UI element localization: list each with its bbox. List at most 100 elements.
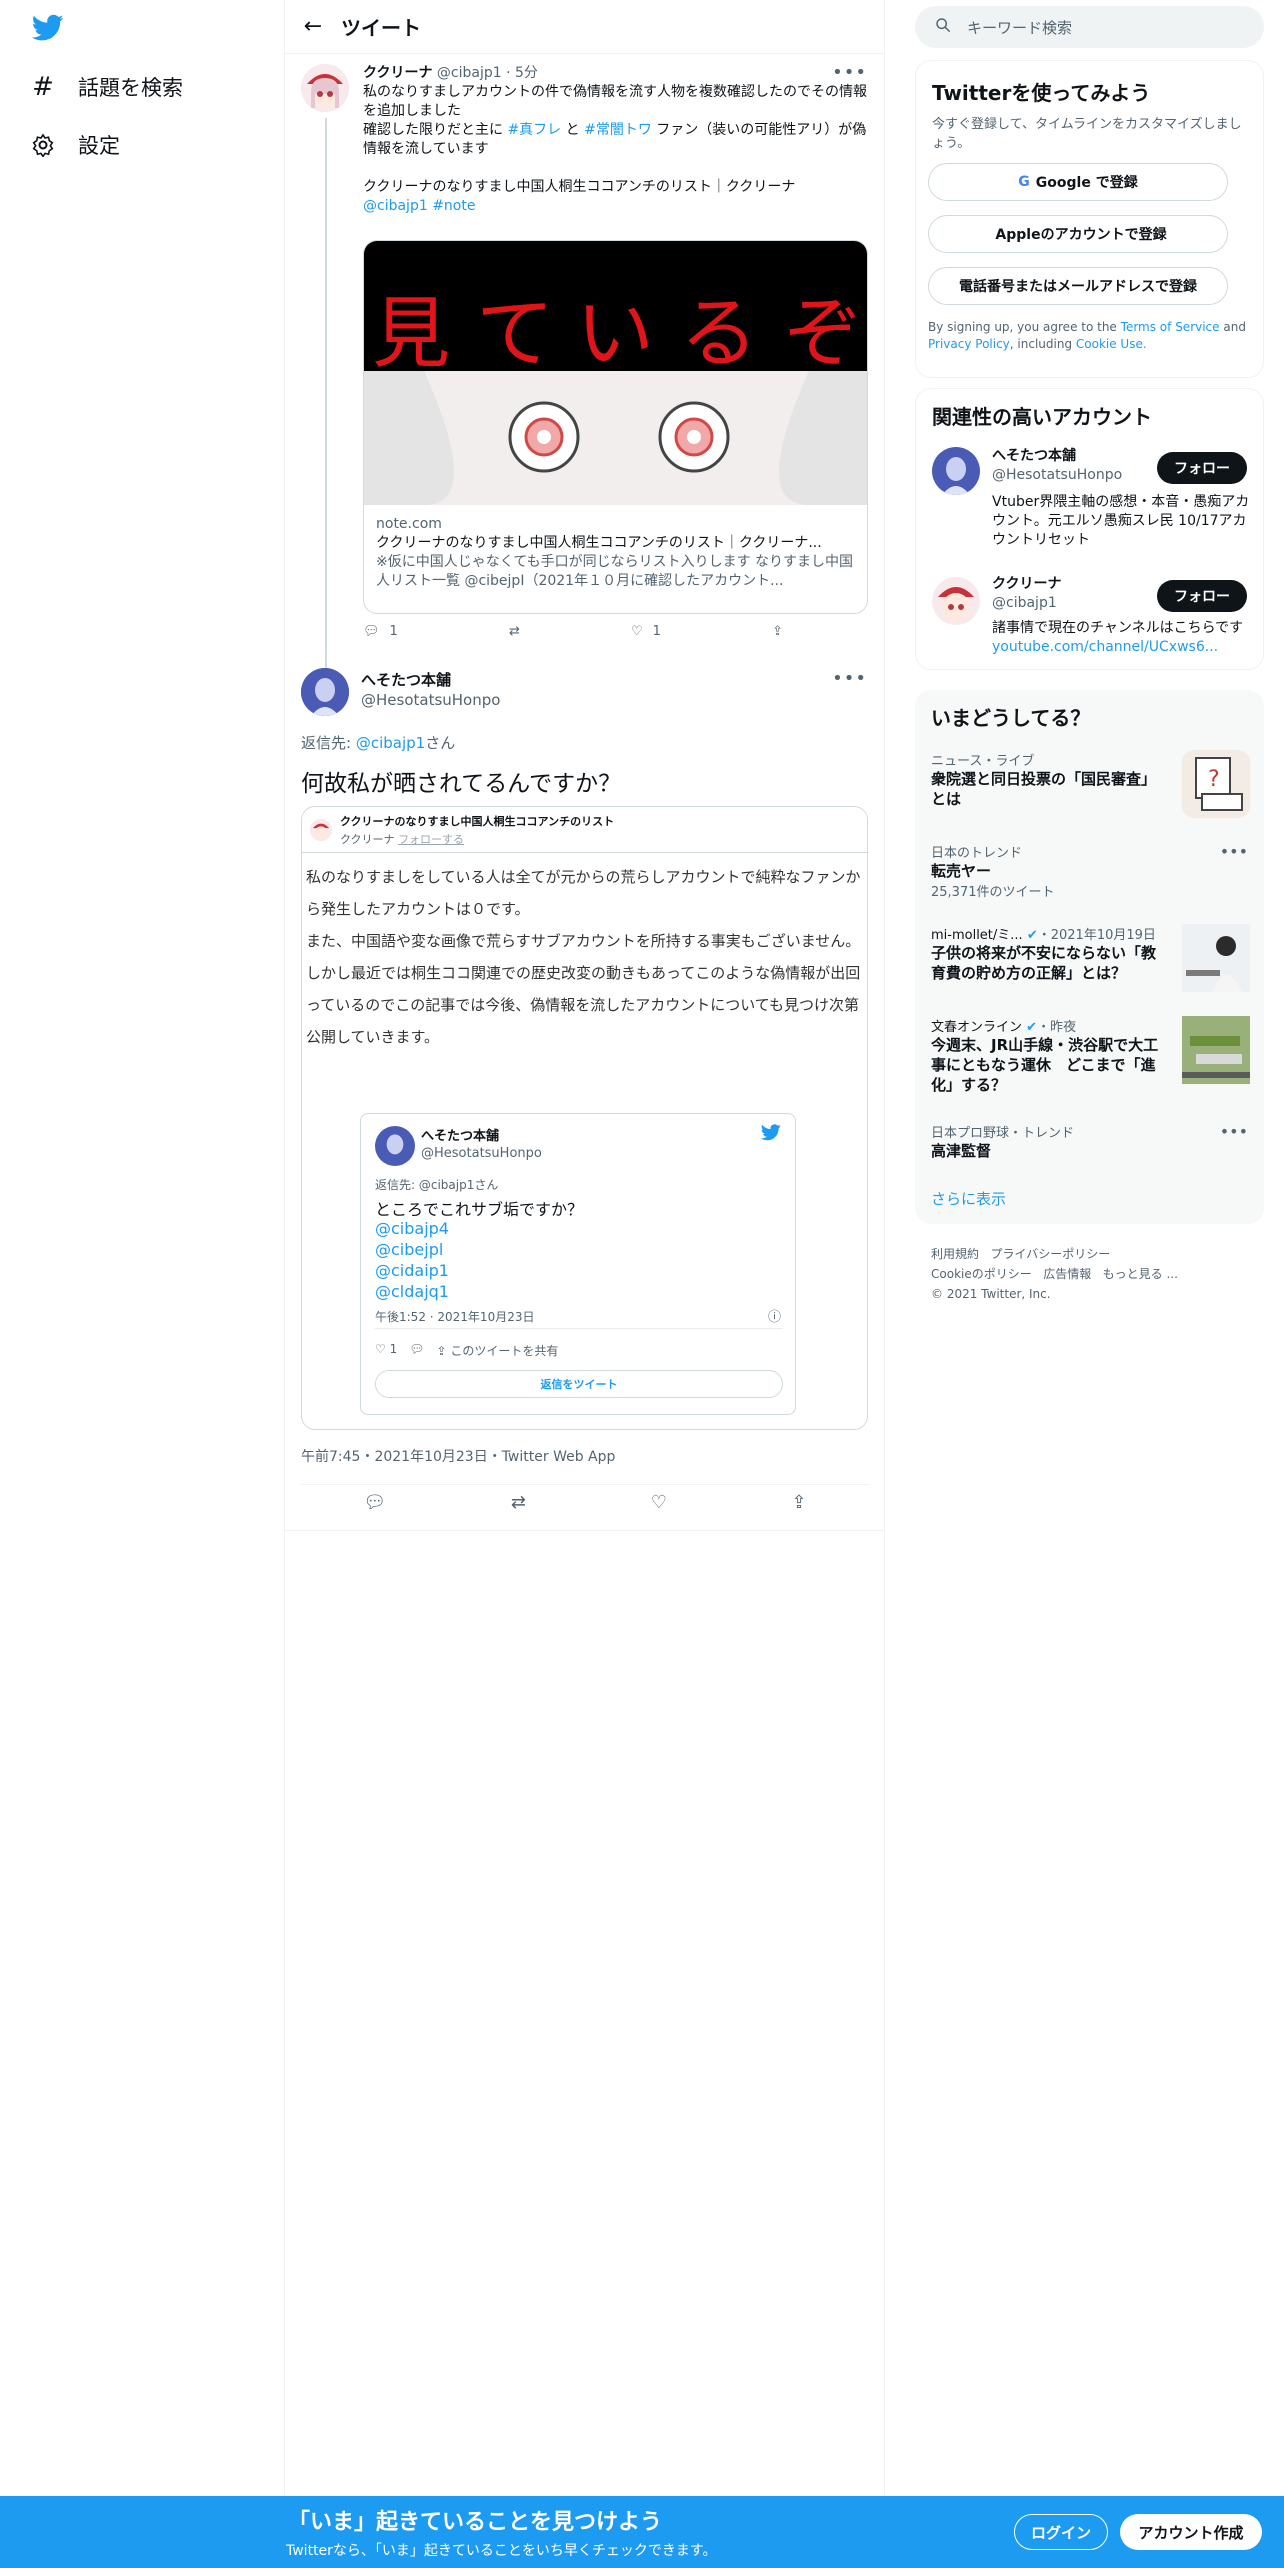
bottom-signup-bar: 「いま」起きていることを見つけよう Twitterなら、「いま」起きていることを… bbox=[0, 2496, 1284, 2568]
like-button[interactable]: ♡ 1 bbox=[631, 624, 661, 639]
account-handle[interactable]: @cibajp1 bbox=[992, 594, 1061, 613]
reply-button[interactable]: 💬︎ 1 bbox=[363, 624, 398, 639]
link-card[interactable]: 見 て い る ぞ note.com ククリーナのなりすまし中国人桐生ココアンチ… bbox=[363, 240, 868, 614]
trend-item[interactable]: 日本プロ野球・トレンド 高津監督 bbox=[931, 1122, 1253, 1161]
follow-button[interactable]: フォロー bbox=[1157, 580, 1247, 612]
hashtag-link[interactable]: #真フレ bbox=[507, 122, 561, 138]
search-placeholder: キーワード検索 bbox=[967, 18, 1073, 37]
account-name[interactable]: ククリーナ bbox=[992, 575, 1061, 594]
phone-email-signup-button[interactable]: 電話番号またはメールアドレスで登録 bbox=[928, 267, 1228, 305]
author-name[interactable]: へそたつ本舗 bbox=[361, 670, 500, 690]
avatar[interactable] bbox=[301, 64, 349, 112]
quoted-article[interactable]: ククリーナのなりすまし中国人桐生ココアンチのリスト ククリーナ フォローする 私… bbox=[301, 806, 868, 1430]
embed-link[interactable]: @cibejpl bbox=[375, 1239, 449, 1260]
like-count: 1 bbox=[652, 624, 661, 639]
reply-tweet-button[interactable]: 返信をツイート bbox=[375, 1370, 783, 1398]
avatar[interactable] bbox=[932, 447, 980, 495]
hashtag-link[interactable]: #常闇トワ bbox=[584, 122, 652, 138]
nav-explore-label: 話題を検索 bbox=[78, 76, 183, 100]
article-paragraph: しかし最近では桐生ココ関連での歴史改変の動きもあってこのような偽情報が出回ってい… bbox=[306, 964, 861, 1046]
reply-icon: 💬︎ bbox=[363, 624, 380, 639]
reply-icon[interactable]: 💬︎ bbox=[409, 1342, 424, 1359]
embed-text: ところでこれサブ垢ですか？ bbox=[375, 1200, 584, 1219]
signup-desc: 今すぐ登録して、タイムラインをカスタマイズしましょう。 bbox=[932, 117, 1242, 151]
reply-count: 1 bbox=[389, 624, 398, 639]
page-header: ← ツイート bbox=[285, 0, 884, 54]
heart-icon: ♡ bbox=[630, 624, 643, 639]
trend-item[interactable]: 日本のトレンド 転売ヤー 25,371件のツイート bbox=[931, 842, 1253, 900]
tweet-text: 何故私が晒されてるんですか？ bbox=[301, 771, 622, 797]
show-more-link[interactable]: さらに表示 bbox=[931, 1188, 1006, 1209]
retweet-button[interactable]: ⇄ bbox=[509, 624, 520, 639]
card-title: ククリーナのなりすまし中国人桐生ココアンチのリスト｜ククリーナ... bbox=[376, 535, 822, 551]
avatar bbox=[310, 819, 332, 841]
tweet-time[interactable]: 5分 bbox=[515, 65, 538, 81]
privacy-link[interactable]: Privacy Policy bbox=[928, 337, 1010, 351]
trends-title: いまどうしてる？ bbox=[931, 706, 1091, 730]
footer-link[interactable]: 広告情報 bbox=[1043, 1267, 1091, 1281]
share-icon: ⇪ bbox=[436, 1344, 447, 1358]
share-button[interactable]: ⇪ bbox=[772, 624, 783, 639]
bio-link[interactable]: youtube.com/channel/UCxws6... bbox=[992, 638, 1252, 657]
nav-explore[interactable]: # 話題を検索 bbox=[30, 72, 183, 102]
more-icon[interactable]: ••• bbox=[1220, 842, 1248, 861]
arrow-left-icon[interactable]: ← bbox=[285, 14, 341, 39]
account-handle[interactable]: @HesotatsuHonpo bbox=[992, 466, 1122, 485]
author-handle[interactable]: @HesotatsuHonpo bbox=[361, 690, 500, 710]
search-input[interactable]: キーワード検索 bbox=[915, 6, 1264, 48]
related-title: 関連性の高いアカウント bbox=[932, 405, 1152, 429]
embed-like-button[interactable]: ♡ 1 bbox=[375, 1342, 397, 1359]
mention-link[interactable]: @cibajp1 bbox=[356, 734, 425, 752]
page-title: ツイート bbox=[341, 16, 421, 40]
apple-signup-button[interactable]: Appleのアカウントで登録 bbox=[928, 215, 1228, 253]
account-bio: 諸事情で現在のチャンネルはこちらです youtube.com/channel/U… bbox=[992, 619, 1252, 657]
embed-author-handle: @HesotatsuHonpo bbox=[421, 1146, 542, 1161]
terms-link[interactable]: Terms of Service bbox=[1121, 320, 1220, 334]
terms-text: By signing up, you agree to the Terms of… bbox=[928, 320, 1246, 351]
footer-link[interactable]: もっと見る ... bbox=[1103, 1267, 1178, 1281]
embed-author-name: へそたつ本舗 bbox=[421, 1129, 500, 1144]
embed-link[interactable]: @cldajq1 bbox=[375, 1281, 449, 1302]
signup-button[interactable]: アカウント作成 bbox=[1120, 2514, 1262, 2550]
info-icon[interactable]: ⓘ bbox=[768, 1306, 781, 1325]
hashtag-icon: # bbox=[32, 72, 54, 102]
cookie-link[interactable]: Cookie Use. bbox=[1076, 337, 1147, 351]
heart-icon: ♡ bbox=[375, 1342, 386, 1356]
avatar[interactable] bbox=[301, 668, 349, 716]
card-banner: 見 て い る ぞ bbox=[364, 241, 867, 379]
twitter-logo-icon[interactable] bbox=[32, 14, 64, 42]
retweet-icon: ⇄ bbox=[508, 624, 520, 639]
verified-icon: ✔ bbox=[1026, 928, 1038, 943]
article-body: 私のなりすましをしている人は全てが元からの荒らしアカウントで純粋なファンから発生… bbox=[302, 853, 867, 1053]
hashtag-link[interactable]: #note bbox=[432, 198, 475, 214]
nav-settings-label: 設定 bbox=[78, 134, 120, 158]
follow-button[interactable]: フォロー bbox=[1157, 452, 1247, 484]
footer-link[interactable]: プライバシーポリシー bbox=[990, 1247, 1110, 1261]
mention-link[interactable]: @cibajp1 bbox=[363, 198, 428, 214]
embed-link[interactable]: @cibajp4 bbox=[375, 1218, 449, 1239]
footer-link[interactable]: 利用規約 bbox=[931, 1247, 979, 1261]
author-handle[interactable]: @cibajp1 bbox=[437, 65, 502, 81]
login-button[interactable]: ログイン bbox=[1014, 2514, 1108, 2550]
gear-icon bbox=[30, 132, 56, 158]
footer-link[interactable]: Cookieのポリシー bbox=[931, 1267, 1032, 1281]
more-icon[interactable]: ••• bbox=[832, 668, 867, 689]
embed-share-button[interactable]: ⇪ このツイートを共有 bbox=[436, 1342, 558, 1359]
author-name[interactable]: ククリーナ bbox=[363, 65, 432, 81]
related-accounts-panel: 関連性の高いアカウント へそたつ本舗 @HesotatsuHonpo フォロー … bbox=[915, 388, 1264, 670]
embed-link[interactable]: @cidaip1 bbox=[375, 1260, 449, 1281]
google-signup-button[interactable]: G Google で登録 bbox=[928, 163, 1228, 201]
avatar bbox=[375, 1126, 415, 1166]
account-name[interactable]: へそたつ本舗 bbox=[992, 447, 1122, 466]
more-icon[interactable]: ••• bbox=[1220, 1122, 1248, 1141]
avatar[interactable] bbox=[932, 577, 980, 625]
copyright: © 2021 Twitter, Inc. bbox=[931, 1287, 1051, 1301]
nav-settings[interactable]: 設定 bbox=[30, 130, 120, 160]
tweet-timestamp[interactable]: 午前7:45・2021年10月23日・Twitter Web App bbox=[301, 1446, 615, 1466]
thread-line bbox=[325, 118, 327, 708]
follow-link[interactable]: フォローする bbox=[398, 833, 464, 846]
embedded-tweet[interactable]: へそたつ本舗 @HesotatsuHonpo 返信先: @cibajp1さん と… bbox=[360, 1113, 796, 1415]
verified-icon: ✔ bbox=[1026, 1020, 1038, 1035]
article-author: ククリーナ bbox=[340, 833, 395, 846]
article-title: ククリーナのなりすまし中国人桐生ココアンチのリスト bbox=[340, 815, 615, 828]
